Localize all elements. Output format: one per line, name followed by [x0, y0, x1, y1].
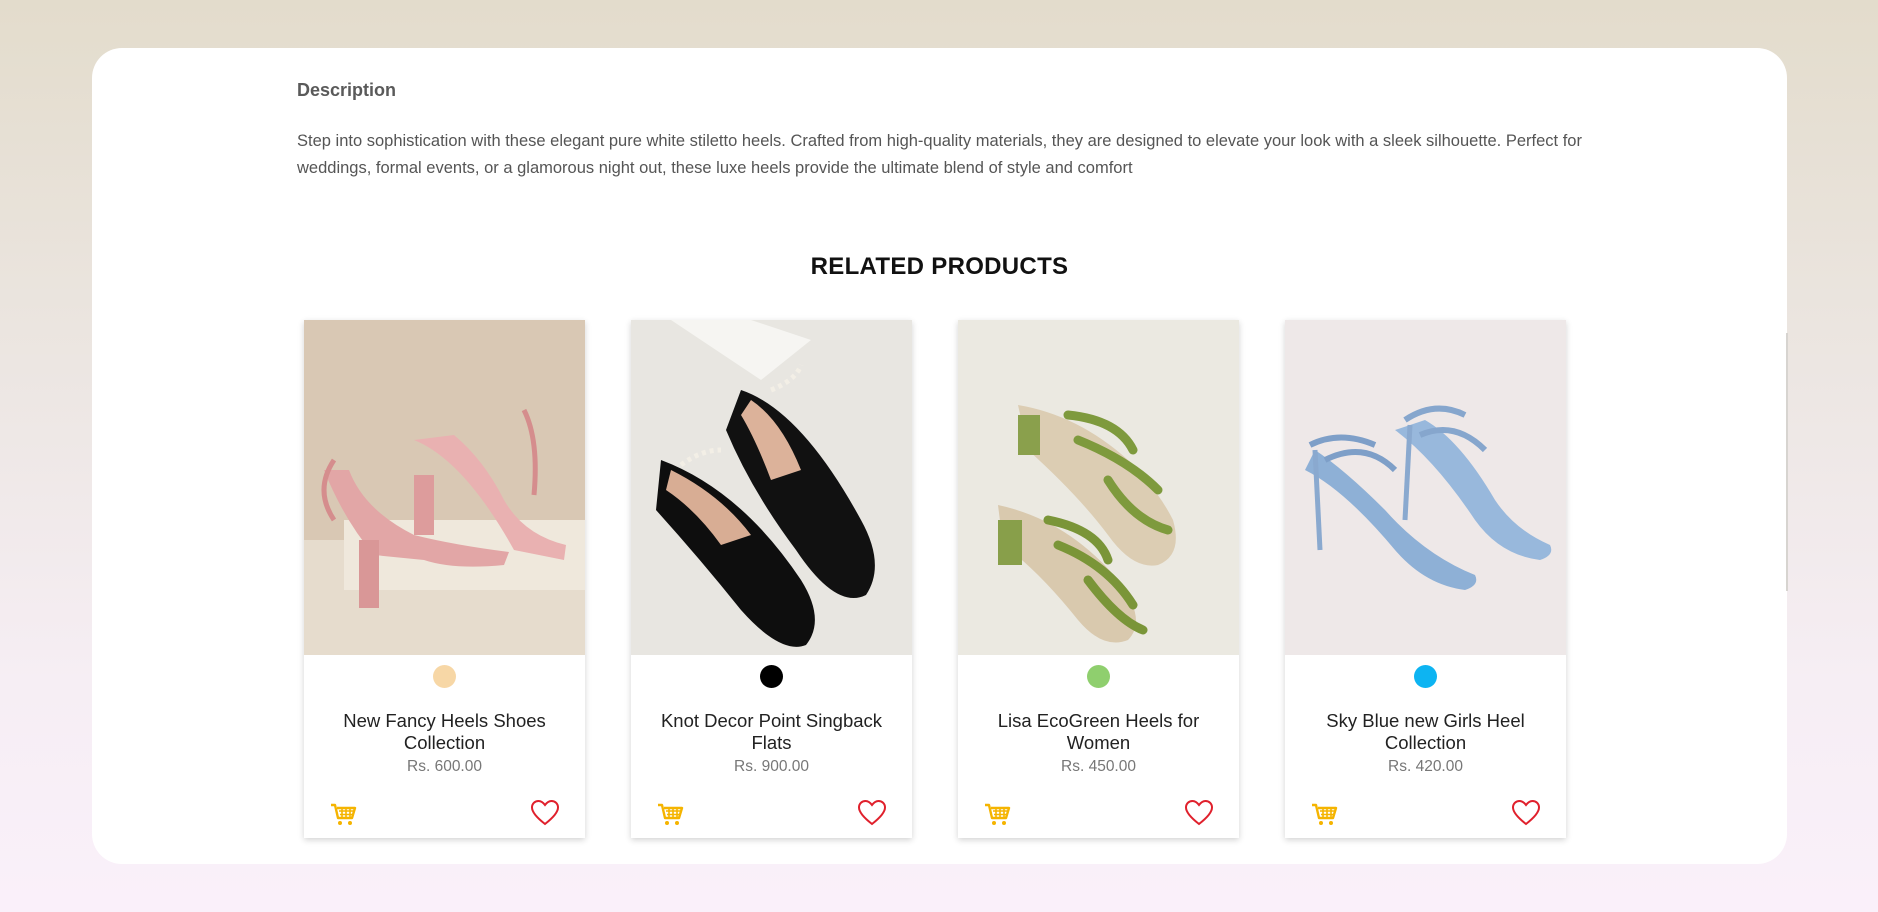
color-swatch[interactable]	[1414, 665, 1437, 688]
product-card[interactable]: Sky Blue new Girls Heel Collection Rs. 4…	[1285, 320, 1566, 838]
product-price: Rs. 900.00	[734, 758, 809, 775]
blue-heels-image	[1285, 320, 1566, 655]
product-price: Rs. 420.00	[1388, 758, 1463, 775]
product-image[interactable]	[304, 320, 585, 655]
wishlist-heart-icon[interactable]	[1511, 798, 1541, 828]
add-to-cart-icon[interactable]	[329, 800, 357, 828]
product-image[interactable]	[631, 320, 912, 655]
product-image[interactable]	[958, 320, 1239, 655]
add-to-cart-icon[interactable]	[983, 800, 1011, 828]
related-products-heading: RELATED PRODUCTS	[810, 253, 1069, 280]
product-name[interactable]: Knot Decor Point Singback Flats	[641, 710, 902, 754]
product-card[interactable]: Knot Decor Point Singback Flats Rs. 900.…	[631, 320, 912, 838]
color-swatch[interactable]	[433, 665, 456, 688]
wishlist-heart-icon[interactable]	[857, 798, 887, 828]
wishlist-heart-icon[interactable]	[530, 798, 560, 828]
scrollbar-track[interactable]	[1786, 333, 1788, 591]
wishlist-heart-icon[interactable]	[1184, 798, 1214, 828]
green-heels-image	[958, 320, 1239, 655]
product-card[interactable]: Lisa EcoGreen Heels for Women Rs. 450.00	[958, 320, 1239, 838]
black-flats-image	[631, 320, 912, 655]
color-swatch[interactable]	[1087, 665, 1110, 688]
product-name[interactable]: New Fancy Heels Shoes Collection	[314, 710, 575, 754]
description-heading: Description	[297, 80, 397, 100]
product-name[interactable]: Sky Blue new Girls Heel Collection	[1295, 710, 1556, 754]
product-name[interactable]: Lisa EcoGreen Heels for Women	[968, 710, 1229, 754]
product-image[interactable]	[1285, 320, 1566, 655]
description-text: Step into sophistication with these eleg…	[297, 132, 1582, 177]
add-to-cart-icon[interactable]	[656, 800, 684, 828]
product-details-panel: Description Step into sophistication wit…	[92, 48, 1787, 864]
add-to-cart-icon[interactable]	[1310, 800, 1338, 828]
product-card[interactable]: New Fancy Heels Shoes Collection Rs. 600…	[304, 320, 585, 838]
color-swatch[interactable]	[760, 665, 783, 688]
pink-heels-image	[304, 320, 585, 655]
product-price: Rs. 600.00	[407, 758, 482, 775]
product-price: Rs. 450.00	[1061, 758, 1136, 775]
